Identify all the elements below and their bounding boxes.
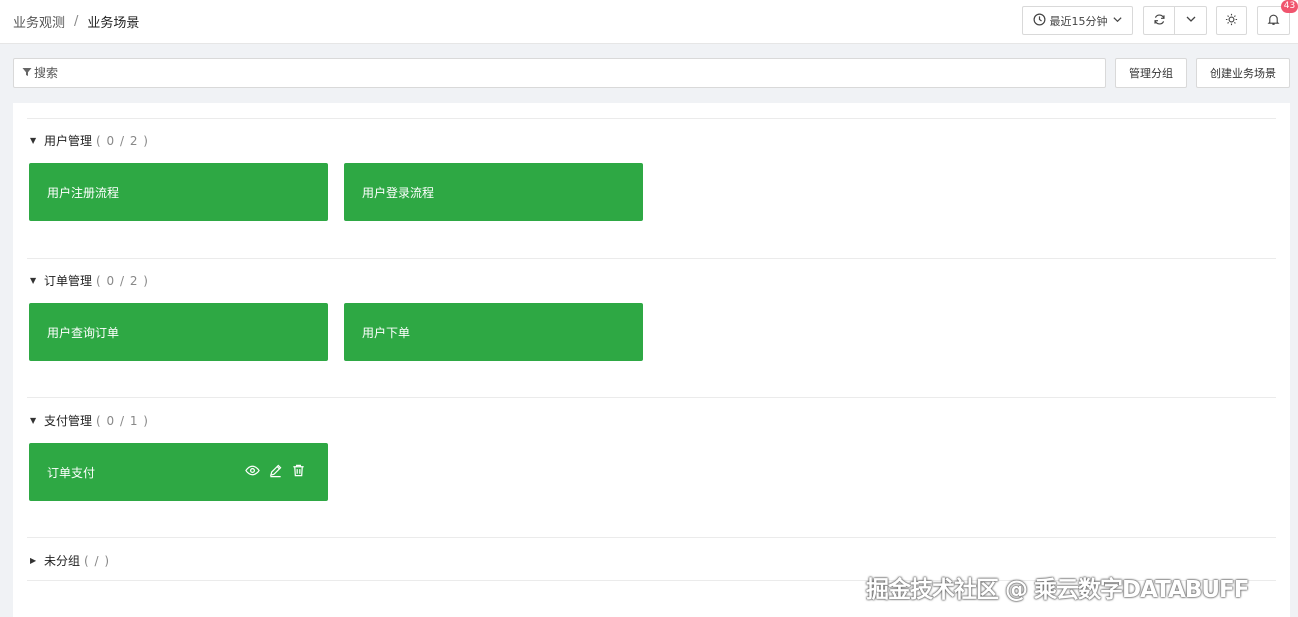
theme-toggle-button[interactable]: [1216, 6, 1247, 35]
group-name: 用户管理: [44, 134, 93, 148]
group-name: 订单管理: [44, 274, 93, 288]
edit-icon[interactable]: [268, 463, 283, 478]
top-bar: 业务观测 / 业务场景 最近15分钟 43: [0, 0, 1298, 44]
sun-icon: [1225, 13, 1238, 29]
group-divider: [27, 397, 1276, 398]
group-header-ungrouped[interactable]: ▶ 未分组 ( / ): [30, 552, 110, 569]
scene-card-label: 用户注册流程: [47, 185, 120, 200]
scene-card[interactable]: 订单支付: [29, 443, 328, 501]
group-divider: [27, 537, 1276, 538]
group-count: ( 0 / 2 ): [96, 273, 149, 288]
breadcrumb-parent[interactable]: 业务观测: [13, 12, 65, 31]
breadcrumb-current: 业务场景: [87, 16, 140, 31]
clock-icon: [1033, 13, 1046, 29]
caret-down-icon: ▼: [30, 136, 37, 145]
chevron-down-icon: [1112, 14, 1123, 28]
breadcrumb: 业务观测 / 业务场景: [13, 12, 139, 31]
group-count: ( 0 / 1 ): [96, 413, 149, 428]
breadcrumb-separator: /: [74, 14, 79, 29]
card-actions: [245, 463, 306, 478]
group-count: ( / ): [84, 553, 111, 568]
filter-icon: [22, 66, 32, 80]
scene-card-label: 用户查询订单: [47, 325, 120, 340]
scene-card[interactable]: 用户注册流程: [29, 163, 328, 221]
time-range-label: 最近15分钟: [1049, 14, 1108, 28]
refresh-interval-dropdown[interactable]: [1174, 6, 1207, 35]
search-bar[interactable]: [13, 58, 1106, 88]
chevron-down-icon: [1185, 13, 1197, 28]
manage-groups-button[interactable]: 管理分组: [1115, 58, 1187, 88]
trash-icon[interactable]: [291, 463, 306, 478]
notification-badge: 43: [1281, 0, 1298, 13]
group-count: ( 0 / 2 ): [96, 133, 149, 148]
group-header-payment[interactable]: ▼ 支付管理 ( 0 / 1 ): [30, 412, 149, 429]
group-name: 未分组: [44, 554, 81, 568]
scene-panel: ▼ 用户管理 ( 0 / 2 ) 用户注册流程 用户登录流程 ▼ 订单管理 ( …: [13, 103, 1290, 617]
scene-card-label: 用户下单: [362, 325, 411, 340]
time-range-picker[interactable]: 最近15分钟: [1022, 6, 1133, 35]
scene-card[interactable]: 用户查询订单: [29, 303, 328, 361]
bell-icon: [1267, 13, 1280, 29]
refresh-button[interactable]: [1143, 6, 1175, 35]
search-input[interactable]: [34, 66, 1034, 80]
group-divider: [27, 258, 1276, 259]
caret-down-icon: ▼: [30, 416, 37, 425]
caret-down-icon: ▼: [30, 276, 37, 285]
scene-card[interactable]: 用户登录流程: [344, 163, 643, 221]
group-divider: [27, 118, 1276, 119]
group-name: 支付管理: [44, 414, 93, 428]
eye-icon[interactable]: [245, 463, 260, 478]
scene-card-label: 订单支付: [47, 465, 96, 480]
scene-card[interactable]: 用户下单: [344, 303, 643, 361]
refresh-icon: [1153, 13, 1166, 29]
scene-card-label: 用户登录流程: [362, 185, 435, 200]
group-header-user[interactable]: ▼ 用户管理 ( 0 / 2 ): [30, 132, 149, 149]
group-header-order[interactable]: ▼ 订单管理 ( 0 / 2 ): [30, 272, 149, 289]
watermark: 掘金技术社区 @ 乘云数字DATABUFF: [866, 577, 1249, 603]
create-scene-button[interactable]: 创建业务场景: [1196, 58, 1290, 88]
caret-right-icon: ▶: [30, 556, 37, 565]
